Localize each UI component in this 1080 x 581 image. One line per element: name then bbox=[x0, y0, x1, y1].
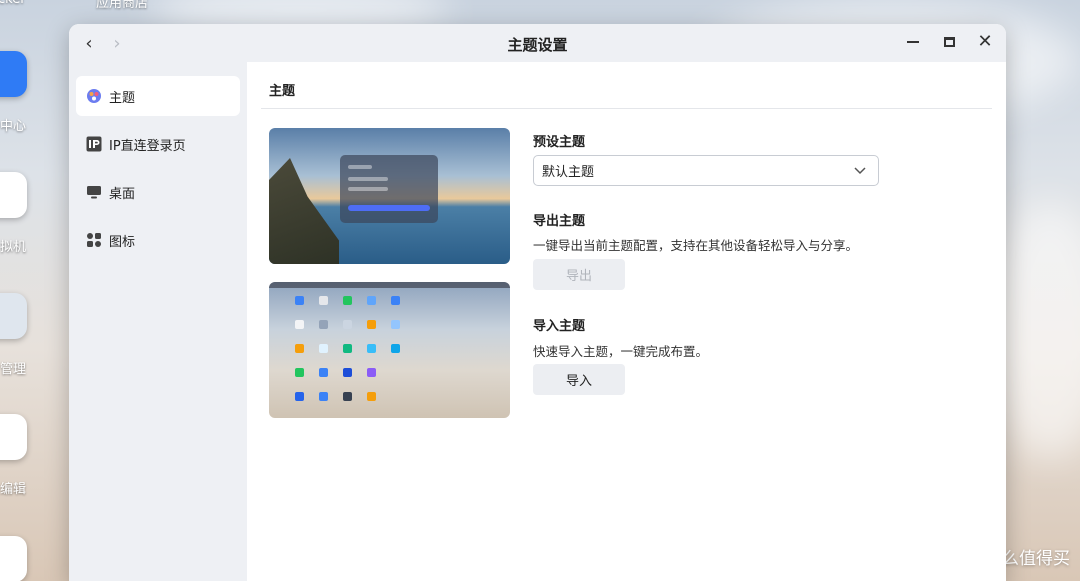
sidebar-item-ip-login[interactable]: IP直连登录页 bbox=[76, 124, 240, 164]
desktop-label: 编辑 bbox=[0, 482, 27, 497]
sidebar-item-label: 图标 bbox=[109, 234, 136, 250]
chevron-down-icon bbox=[854, 164, 866, 178]
preview-app-icon bbox=[319, 392, 328, 401]
window-controls: ✕ bbox=[900, 28, 998, 56]
desktop-label: 拟机 bbox=[0, 240, 27, 255]
sidebar-item-icons[interactable]: 图标 bbox=[76, 220, 240, 260]
login-card-preview bbox=[340, 155, 438, 223]
import-button[interactable]: 导入 bbox=[533, 364, 625, 395]
forward-button[interactable]: › bbox=[103, 29, 131, 57]
close-button[interactable]: ✕ bbox=[972, 28, 998, 56]
preview-app-icon bbox=[391, 344, 400, 353]
sidebar-item-label: 桌面 bbox=[109, 186, 136, 202]
desktop-label: 管理 bbox=[0, 362, 27, 377]
maximize-button[interactable] bbox=[936, 28, 962, 56]
preview-app-icon bbox=[367, 296, 376, 305]
chevron-right-icon: › bbox=[113, 32, 121, 54]
preview-app-icon bbox=[295, 392, 304, 401]
preview-app-icon bbox=[295, 344, 304, 353]
section-title: 主题 bbox=[269, 84, 296, 99]
preview-app-icon bbox=[319, 320, 328, 329]
export-theme-description: 一键导出当前主题配置，支持在其他设备轻松导入与分享。 bbox=[533, 238, 859, 253]
preview-app-icon bbox=[319, 368, 328, 377]
preview-app-icon bbox=[343, 344, 352, 353]
preview-app-icon bbox=[295, 296, 304, 305]
sidebar-item-theme[interactable]: 主题 bbox=[76, 76, 240, 116]
import-theme-description: 快速导入主题，一键完成布置。 bbox=[533, 344, 709, 359]
cliff-shape bbox=[269, 158, 339, 264]
preview-app-icon bbox=[391, 320, 400, 329]
sidebar-item-label: 主题 bbox=[109, 90, 136, 106]
desktop-app-icon[interactable] bbox=[0, 536, 27, 581]
export-theme-label: 导出主题 bbox=[533, 214, 586, 229]
login-theme-preview[interactable] bbox=[269, 128, 510, 264]
desktop-app-icon[interactable] bbox=[0, 293, 27, 339]
minimize-icon bbox=[907, 41, 919, 43]
grid-icon bbox=[86, 232, 102, 248]
preview-app-icon bbox=[367, 320, 376, 329]
desktop-app-icon[interactable] bbox=[0, 51, 27, 97]
preview-app-icon bbox=[343, 320, 352, 329]
sidebar: 主题 IP直连登录页 桌面 图标 bbox=[69, 62, 247, 581]
ip-icon bbox=[86, 136, 102, 152]
titlebar: ‹ › 主题设置 ✕ bbox=[69, 24, 1006, 62]
theme-settings-window: ‹ › 主题设置 ✕ 主题 IP直连登录页 桌面 图标 主题 预设主题 默认主题… bbox=[69, 24, 1006, 581]
theme-icon bbox=[86, 88, 102, 104]
preview-app-icon bbox=[343, 296, 352, 305]
preview-app-icon bbox=[391, 296, 400, 305]
preview-app-icon bbox=[295, 368, 304, 377]
back-button[interactable]: ‹ bbox=[75, 29, 103, 57]
preview-app-icon bbox=[367, 344, 376, 353]
desktop-label: 中心 bbox=[0, 119, 27, 134]
preview-login-button bbox=[348, 205, 430, 211]
preset-theme-value: 默认主题 bbox=[542, 165, 595, 180]
preview-app-icon bbox=[343, 368, 352, 377]
sidebar-item-label: IP直连登录页 bbox=[109, 138, 186, 154]
export-button[interactable]: 导出 bbox=[533, 259, 625, 290]
desktop-app-icon[interactable] bbox=[0, 172, 27, 218]
desktop-theme-preview[interactable] bbox=[269, 282, 510, 418]
desktop-label: cker bbox=[0, 0, 26, 7]
desktop-app-icon[interactable] bbox=[0, 414, 27, 460]
chevron-left-icon: ‹ bbox=[85, 32, 93, 54]
divider bbox=[261, 108, 992, 109]
maximize-icon bbox=[943, 37, 955, 47]
preview-app-icon bbox=[343, 392, 352, 401]
preview-app-icon bbox=[319, 344, 328, 353]
sidebar-item-desktop[interactable]: 桌面 bbox=[76, 172, 240, 212]
preview-taskbar bbox=[269, 282, 510, 288]
preview-app-icon bbox=[319, 296, 328, 305]
main-content: 主题 预设主题 默认主题 导出主题 一键导出当前主题配置，支持在其他设备轻松导入… bbox=[247, 62, 1006, 581]
preview-line bbox=[348, 165, 372, 169]
preview-app-icon bbox=[367, 392, 376, 401]
monitor-icon bbox=[86, 184, 102, 200]
preview-app-icon bbox=[295, 320, 304, 329]
window-title: 主题设置 bbox=[507, 36, 568, 54]
preview-line bbox=[348, 177, 388, 181]
desktop-label: 应用商店 bbox=[96, 0, 149, 11]
close-icon: ✕ bbox=[977, 31, 993, 52]
minimize-button[interactable] bbox=[900, 28, 926, 56]
preview-app-icon bbox=[367, 368, 376, 377]
preview-line bbox=[348, 187, 388, 191]
preset-theme-label: 预设主题 bbox=[533, 135, 586, 150]
preset-theme-select[interactable]: 默认主题 bbox=[533, 155, 879, 186]
import-theme-label: 导入主题 bbox=[533, 319, 586, 334]
